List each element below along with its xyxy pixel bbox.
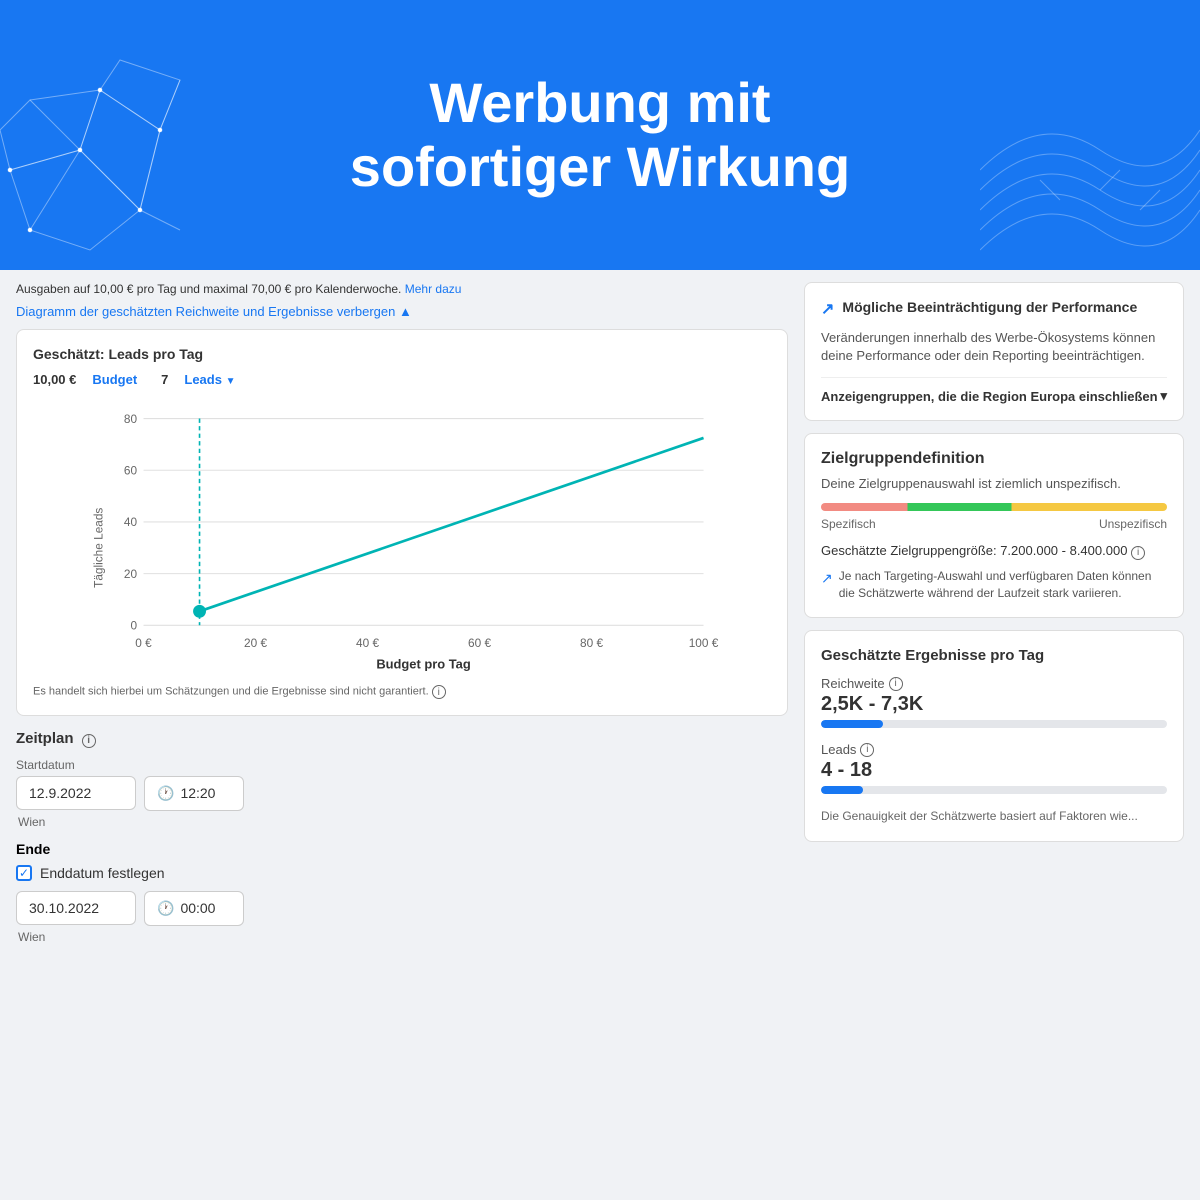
- end-date-input[interactable]: 30.10.2022: [16, 891, 136, 925]
- svg-text:0 €: 0 €: [135, 636, 152, 650]
- chart-toggle[interactable]: Diagramm der geschätzten Reichweite und …: [16, 304, 788, 319]
- end-checkbox-row[interactable]: ✓ Enddatum festlegen: [16, 865, 788, 881]
- chart-meta: 10,00 € Budget 7 Leads ▼: [33, 372, 771, 387]
- svg-text:100 €: 100 €: [689, 636, 719, 650]
- reichweite-info-icon[interactable]: i: [889, 677, 903, 691]
- svg-text:60: 60: [124, 464, 138, 478]
- svg-text:40: 40: [124, 515, 138, 529]
- budget-info: Ausgaben auf 10,00 € pro Tag und maximal…: [16, 282, 788, 296]
- reichweite-label: Reichweite i: [821, 676, 1167, 691]
- zielgruppe-info-icon[interactable]: i: [1131, 546, 1145, 560]
- leads-erg-label: Leads i: [821, 742, 1167, 757]
- svg-text:Budget pro Tag: Budget pro Tag: [376, 656, 471, 671]
- zielgruppe-size: Geschätzte Zielgruppengröße: 7.200.000 -…: [821, 543, 1167, 560]
- checkmark-icon: ✓: [19, 866, 29, 880]
- main-content: Ausgaben auf 10,00 € pro Tag und maximal…: [0, 270, 1200, 968]
- hero-geo-right-icon: [980, 50, 1200, 270]
- chevron-down-icon: ▾: [1160, 388, 1167, 404]
- hero-banner: Werbung mit sofortiger Wirkung: [0, 0, 1200, 270]
- zeitplan-info-icon[interactable]: i: [82, 734, 96, 748]
- start-date-time-row: 12.9.2022 🕐 12:20: [16, 776, 788, 811]
- zielgruppe-card: Zielgruppendefinition Deine Zielgruppena…: [804, 433, 1184, 618]
- svg-text:0: 0: [130, 619, 137, 633]
- svg-text:20 €: 20 €: [244, 636, 267, 650]
- right-panel: ↗ Mögliche Beeinträchtigung der Performa…: [804, 282, 1184, 956]
- end-timezone: Wien: [18, 930, 788, 944]
- reichweite-bar-fill: [821, 720, 883, 728]
- end-checkbox[interactable]: ✓: [16, 865, 32, 881]
- end-date-time-row: 30.10.2022 🕐 00:00: [16, 891, 788, 926]
- warning-icon: ↗: [821, 299, 834, 319]
- reichweite-bar: [821, 720, 1167, 728]
- budget-label: Budget: [92, 372, 137, 387]
- leads-item: Leads i 4 - 18: [821, 742, 1167, 794]
- clock-icon: 🕐: [157, 785, 174, 802]
- svg-text:60 €: 60 €: [468, 636, 491, 650]
- budget-value: 10,00 €: [33, 372, 76, 387]
- chart-note: Es handelt sich hierbei um Schätzungen u…: [33, 685, 771, 699]
- svg-text:Tägliche Leads: Tägliche Leads: [92, 508, 106, 588]
- spectrum-bar: [821, 503, 1167, 511]
- ergebnisse-note: Die Genauigkeit der Schätzwerte basiert …: [821, 808, 1167, 825]
- svg-text:40 €: 40 €: [356, 636, 379, 650]
- reichweite-item: Reichweite i 2,5K - 7,3K: [821, 676, 1167, 728]
- accordion-row[interactable]: Anzeigengruppen, die die Region Europa e…: [821, 377, 1167, 404]
- spectrum-labels: Spezifisch Unspezifisch: [821, 517, 1167, 531]
- left-panel: Ausgaben auf 10,00 € pro Tag und maximal…: [16, 282, 788, 956]
- ergebnisse-title: Geschätzte Ergebnisse pro Tag: [821, 647, 1167, 664]
- end-section: Ende ✓ Enddatum festlegen 30.10.2022 🕐 0…: [16, 841, 788, 944]
- leads-bar-fill: [821, 786, 863, 794]
- warning-title: ↗ Mögliche Beeinträchtigung der Performa…: [821, 299, 1167, 319]
- leads-erg-info-icon[interactable]: i: [860, 743, 874, 757]
- warning-text: Veränderungen innerhalb des Werbe-Ökosys…: [821, 329, 1167, 365]
- start-time-input[interactable]: 🕐 12:20: [144, 776, 244, 811]
- zeitplan-section: Zeitplan i Startdatum 12.9.2022 🕐 12:20 …: [16, 730, 788, 944]
- leads-value: 7: [161, 372, 168, 387]
- chart-title: Geschätzt: Leads pro Tag: [33, 346, 771, 362]
- mehr-dazu-link[interactable]: Mehr dazu: [405, 282, 462, 296]
- end-time-input[interactable]: 🕐 00:00: [144, 891, 244, 926]
- start-label: Startdatum: [16, 758, 788, 772]
- leads-arrow-icon: ▼: [226, 376, 236, 387]
- end-label: Ende: [16, 841, 788, 857]
- zielgruppe-title: Zielgruppendefinition: [821, 450, 1167, 468]
- chart-note-info-icon[interactable]: i: [432, 685, 446, 699]
- reichweite-value: 2,5K - 7,3K: [821, 693, 1167, 716]
- clock-icon-2: 🕐: [157, 900, 174, 917]
- leads-bar: [821, 786, 1167, 794]
- leads-dropdown[interactable]: Leads ▼: [184, 372, 235, 387]
- hero-title: Werbung mit sofortiger Wirkung: [350, 71, 850, 200]
- leads-erg-value: 4 - 18: [821, 759, 1167, 782]
- svg-text:80: 80: [124, 412, 138, 426]
- leads-chart-svg: Tägliche Leads 80 60 40 20 0 0 €: [33, 397, 771, 677]
- zeitplan-title: Zeitplan i: [16, 730, 788, 748]
- warning-card: ↗ Mögliche Beeinträchtigung der Performa…: [804, 282, 1184, 421]
- chart-card: Geschätzt: Leads pro Tag 10,00 € Budget …: [16, 329, 788, 716]
- chart-area: Tägliche Leads 80 60 40 20 0 0 €: [33, 397, 771, 677]
- targeting-icon: ↗: [821, 569, 833, 589]
- svg-text:80 €: 80 €: [580, 636, 603, 650]
- svg-text:20: 20: [124, 567, 138, 581]
- ergebnisse-card: Geschätzte Ergebnisse pro Tag Reichweite…: [804, 630, 1184, 842]
- start-date-input[interactable]: 12.9.2022: [16, 776, 136, 810]
- start-timezone: Wien: [18, 815, 788, 829]
- hero-geo-left-icon: [0, 50, 220, 270]
- zielgruppe-note: ↗ Je nach Targeting-Auswahl und verfügba…: [821, 568, 1167, 602]
- zielgruppe-desc: Deine Zielgruppenauswahl ist ziemlich un…: [821, 476, 1167, 491]
